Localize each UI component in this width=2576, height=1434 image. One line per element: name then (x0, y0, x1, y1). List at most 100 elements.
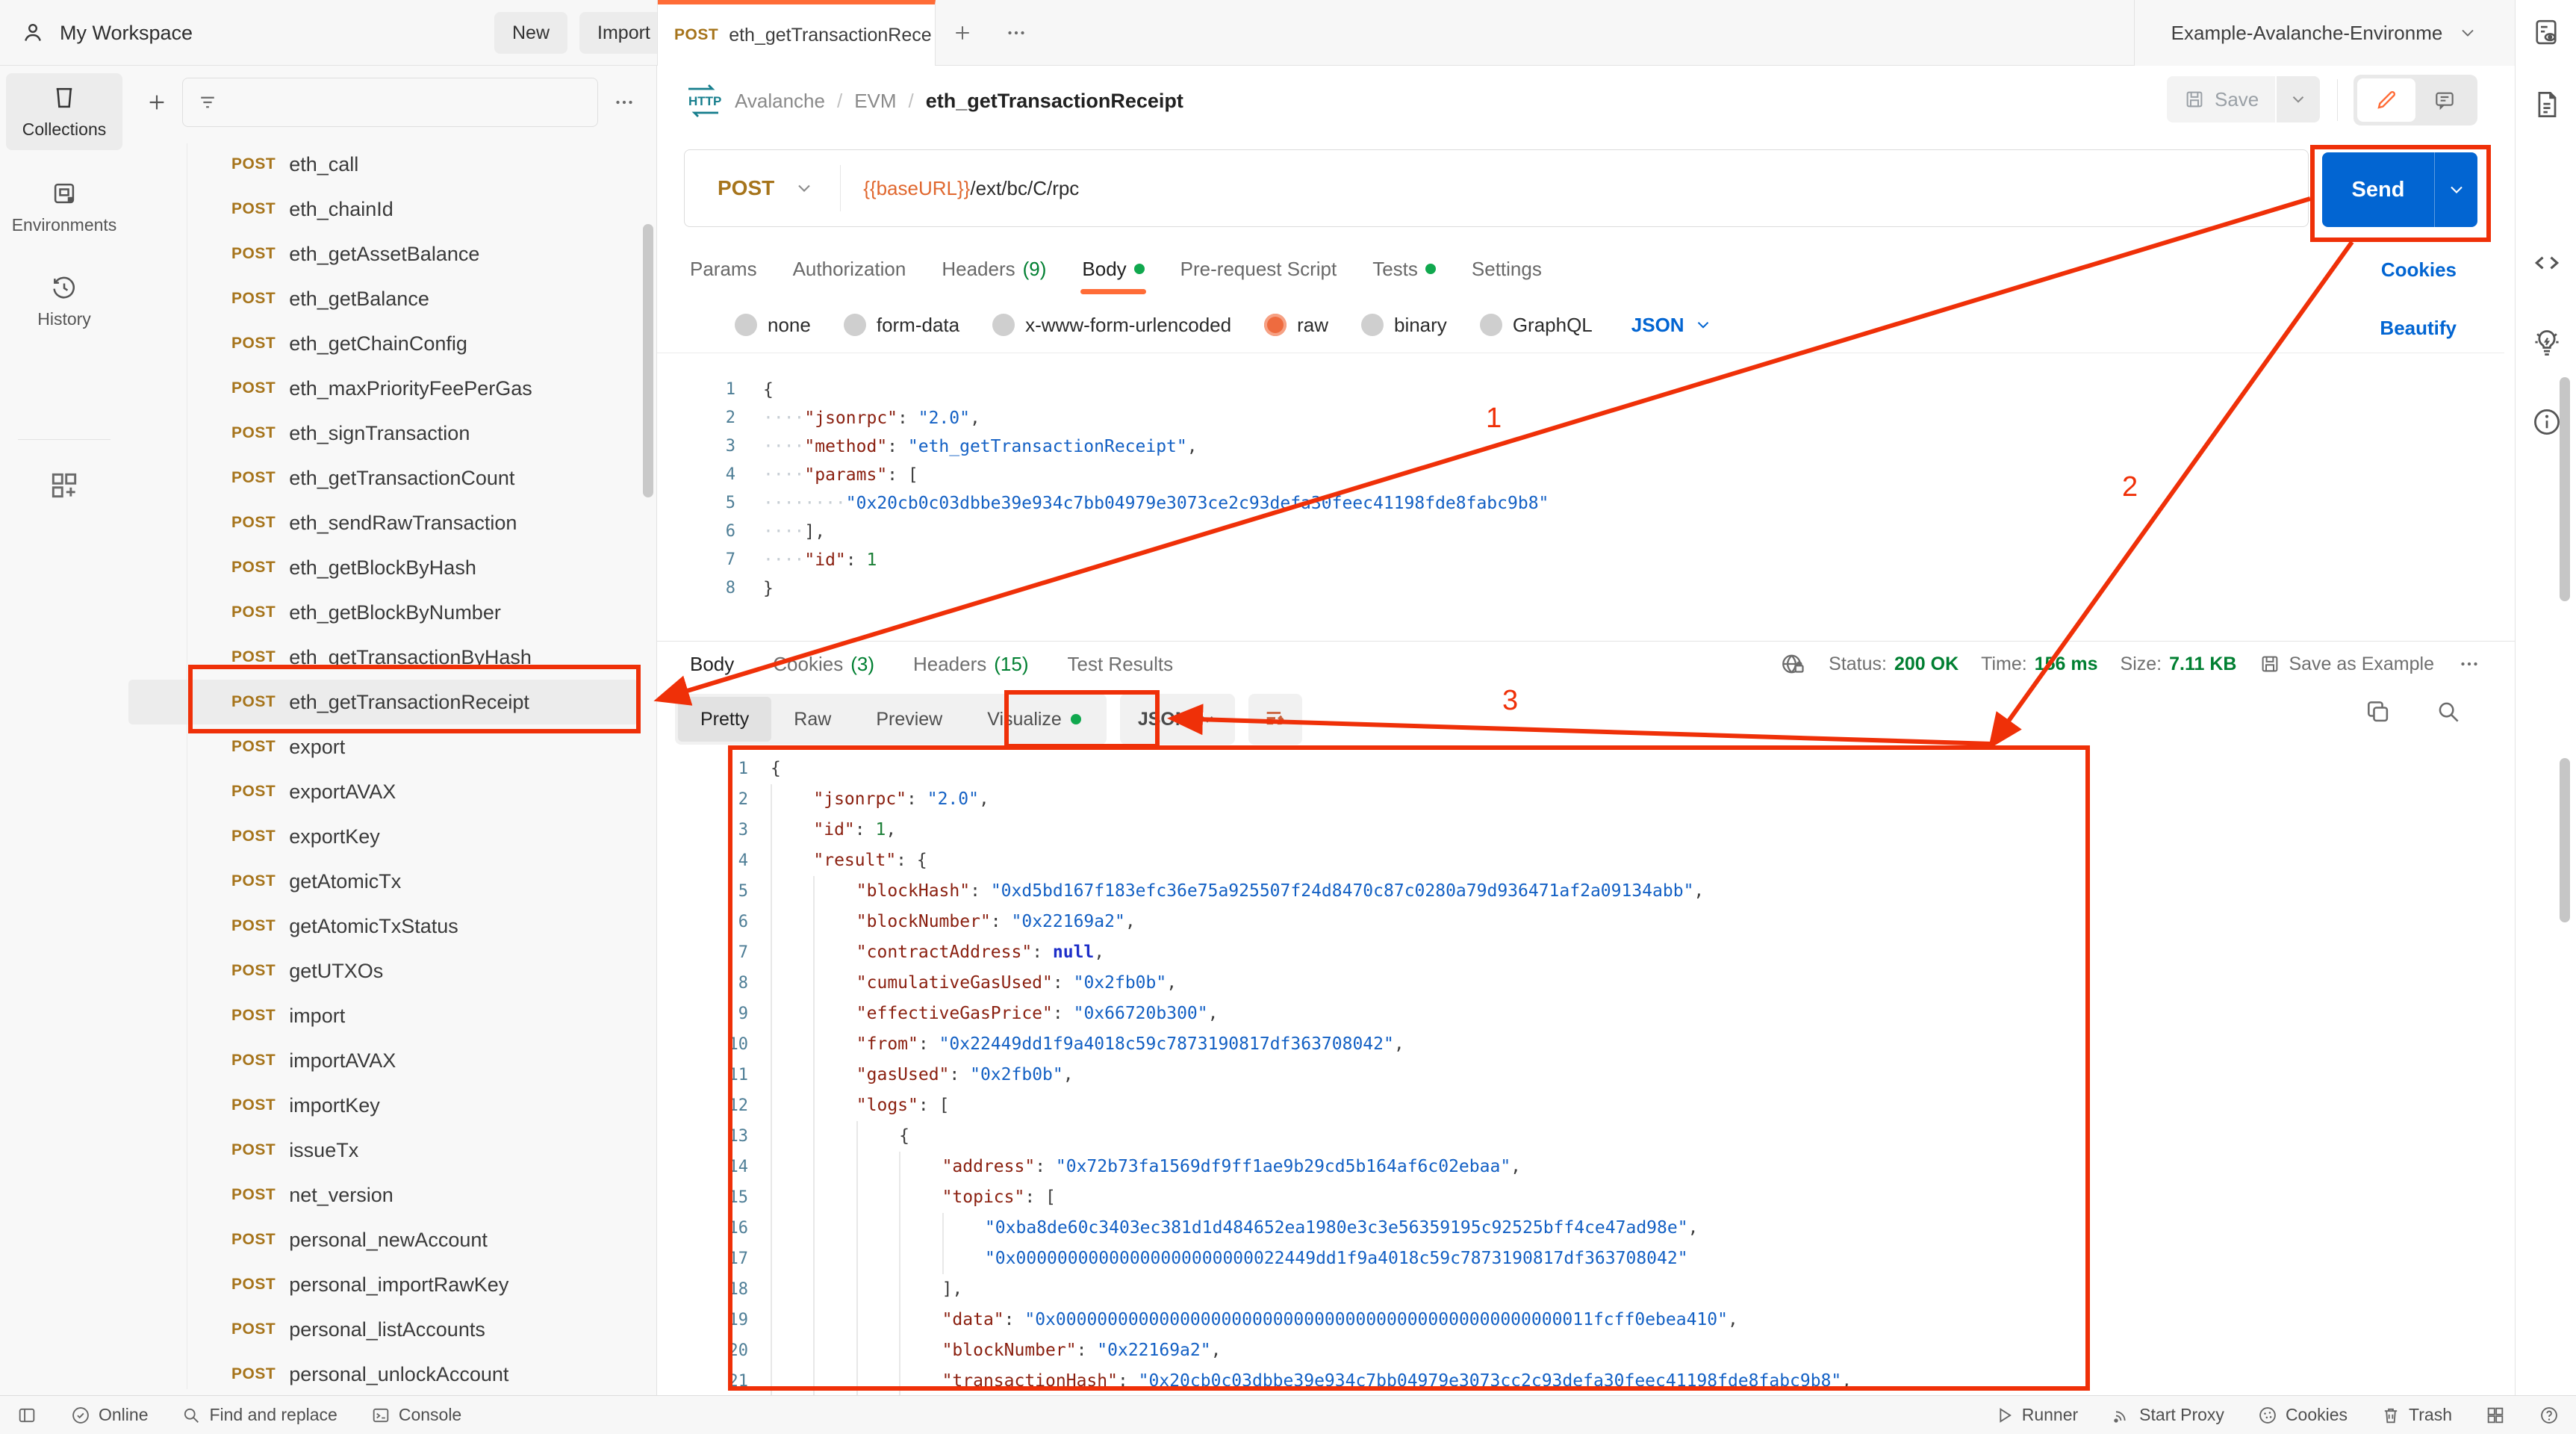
sidebar-request-item[interactable]: POST eth_getTransactionCount (128, 456, 656, 500)
sidebar-request-item[interactable]: POST eth_getBlockByHash (128, 545, 656, 590)
find-and-replace-button[interactable]: Find and replace (181, 1405, 337, 1426)
rail-item-environments[interactable]: Environments (6, 169, 122, 246)
sidebar-request-item[interactable]: POST export (128, 724, 656, 769)
add-request-button[interactable] (145, 90, 169, 114)
mode-binary[interactable]: binary (1360, 314, 1447, 337)
response-language-selector[interactable]: JSON (1119, 694, 1235, 745)
tab-body[interactable]: Body (1080, 239, 1146, 299)
response-tab-body[interactable]: Body (690, 642, 734, 688)
tab-settings[interactable]: Settings (1472, 239, 1542, 299)
response-options-button[interactable] (2457, 651, 2482, 677)
url-input[interactable]: {{baseURL}}/ext/bc/C/rpc (841, 177, 1079, 200)
sidebar-request-item[interactable]: POST getAtomicTx (128, 859, 656, 904)
workspace-switcher[interactable]: My Workspace (19, 0, 193, 66)
sidebar-request-item[interactable]: POST eth_chainId (128, 187, 656, 232)
sidebar-request-item[interactable]: POST eth_getTransactionReceipt (128, 680, 638, 724)
tab-tests[interactable]: Tests (1372, 239, 1436, 299)
view-preview[interactable]: Preview (853, 697, 965, 742)
sidebar-toggle-button[interactable] (16, 1405, 37, 1426)
breadcrumb-folder[interactable]: EVM (854, 90, 896, 113)
save-button[interactable]: Save (2167, 76, 2276, 122)
send-options-button[interactable] (2434, 152, 2477, 227)
sidebar-request-item[interactable]: POST issueTx (128, 1128, 656, 1173)
search-response-button[interactable] (2434, 698, 2463, 726)
info-button[interactable] (2530, 406, 2563, 438)
breadcrumb-collection[interactable]: Avalanche (735, 90, 825, 113)
sidebar-request-item[interactable]: POST exportKey (128, 814, 656, 859)
sidebar-scrollbar[interactable] (643, 224, 653, 497)
view-raw[interactable]: Raw (771, 697, 853, 742)
sidebar-request-item[interactable]: POST eth_sendRawTransaction (128, 500, 656, 545)
request-title[interactable]: eth_getTransactionReceipt (926, 90, 1183, 113)
sidebar-request-item[interactable]: POST personal_newAccount (128, 1217, 656, 1262)
two-pane-button[interactable] (2485, 1405, 2506, 1426)
tab-options-button[interactable] (989, 0, 1043, 66)
time-badge[interactable]: Time: 156 ms (1981, 654, 2097, 675)
response-tab-test-results[interactable]: Test Results (1068, 642, 1174, 688)
sidebar-request-item[interactable]: POST eth_getBalance (128, 276, 656, 321)
tab-headers[interactable]: Headers (9) (942, 239, 1046, 299)
edit-mode-button[interactable] (2357, 78, 2415, 122)
sidebar-request-item[interactable]: POST personal_importRawKey (128, 1262, 656, 1307)
import-button[interactable]: Import (579, 12, 668, 54)
tab-pre-request-script[interactable]: Pre-request Script (1180, 239, 1337, 299)
configure-workbar-button[interactable] (48, 469, 81, 502)
sidebar-request-item[interactable]: POST eth_signTransaction (128, 411, 656, 456)
wrap-lines-button[interactable] (1248, 694, 1302, 745)
mode-form-data[interactable]: form-data (843, 314, 959, 337)
sidebar-request-item[interactable]: POST eth_getChainConfig (128, 321, 656, 366)
response-tab-headers[interactable]: Headers (15) (913, 642, 1029, 688)
send-button[interactable]: Send (2322, 152, 2477, 227)
sidebar-request-item[interactable]: POST eth_getTransactionByHash (128, 635, 656, 680)
sidebar-request-item[interactable]: POST eth_getBlockByNumber (128, 590, 656, 635)
sidebar-request-item[interactable]: POST importAVAX (128, 1038, 656, 1083)
start-proxy-button[interactable]: Start Proxy (2111, 1405, 2224, 1426)
help-button[interactable] (2539, 1405, 2560, 1426)
online-status[interactable]: Online (70, 1405, 148, 1426)
sidebar-filter-input[interactable] (182, 78, 598, 127)
view-pretty[interactable]: Pretty (678, 697, 772, 742)
save-options-button[interactable] (2277, 76, 2321, 122)
mode-graphql[interactable]: GraphQL (1479, 314, 1593, 337)
documentation-button[interactable] (2530, 88, 2563, 121)
status-badge[interactable]: Status: 200 OK (1829, 654, 1959, 675)
sidebar-request-item[interactable]: POST personal_listAccounts (128, 1307, 656, 1352)
size-badge[interactable]: Size: 7.11 KB (2121, 654, 2237, 675)
mode-urlencoded[interactable]: x-www-form-urlencoded (992, 314, 1231, 337)
sidebar-request-item[interactable]: POST importKey (128, 1083, 656, 1128)
request-tab[interactable]: POST eth_getTransactionRece (658, 0, 936, 66)
new-button[interactable]: New (494, 12, 568, 54)
sidebar-request-item[interactable]: POST eth_getAssetBalance (128, 232, 656, 276)
rail-item-collections[interactable]: Collections (6, 73, 122, 150)
sidebar-request-item[interactable]: POST eth_call (128, 142, 656, 187)
raw-language-selector[interactable]: JSON (1631, 314, 1713, 337)
request-editor-scrollbar[interactable] (2560, 377, 2570, 601)
pm-assistant-button[interactable] (2530, 327, 2563, 360)
view-visualize[interactable]: Visualize (965, 697, 1104, 742)
sidebar-request-item[interactable]: POST exportAVAX (128, 769, 656, 814)
environment-selector[interactable]: Example-Avalanche-Environme (2134, 0, 2515, 66)
runner-button[interactable]: Runner (1994, 1405, 2078, 1426)
rail-item-history[interactable]: History (6, 263, 122, 340)
trash-button[interactable]: Trash (2380, 1405, 2452, 1426)
sidebar-request-item[interactable]: POST getUTXOs (128, 949, 656, 993)
mode-raw[interactable]: raw (1264, 314, 1328, 337)
tab-authorization[interactable]: Authorization (793, 239, 906, 299)
response-scrollbar[interactable] (2560, 758, 2570, 922)
tab-params[interactable]: Params (690, 239, 757, 299)
beautify-link[interactable]: Beautify (2380, 317, 2457, 340)
comment-mode-button[interactable] (2415, 78, 2474, 122)
cookies-button[interactable]: Cookies (2257, 1405, 2348, 1426)
console-button[interactable]: Console (370, 1405, 461, 1426)
sidebar-request-item[interactable]: POST import (128, 993, 656, 1038)
environment-quick-look-button[interactable] (2530, 16, 2562, 48)
sidebar-request-item[interactable]: POST personal_unlockAccount (128, 1352, 656, 1395)
code-snippet-button[interactable] (2530, 246, 2563, 279)
sidebar-request-item[interactable]: POST eth_maxPriorityFeePerGas (128, 366, 656, 411)
sidebar-request-item[interactable]: POST net_version (128, 1173, 656, 1217)
copy-response-button[interactable] (2364, 698, 2392, 726)
sidebar-options-button[interactable] (612, 90, 637, 115)
sidebar-request-item[interactable]: POST getAtomicTxStatus (128, 904, 656, 949)
cookies-link[interactable]: Cookies (2381, 258, 2457, 282)
method-selector[interactable]: POST (685, 176, 840, 200)
